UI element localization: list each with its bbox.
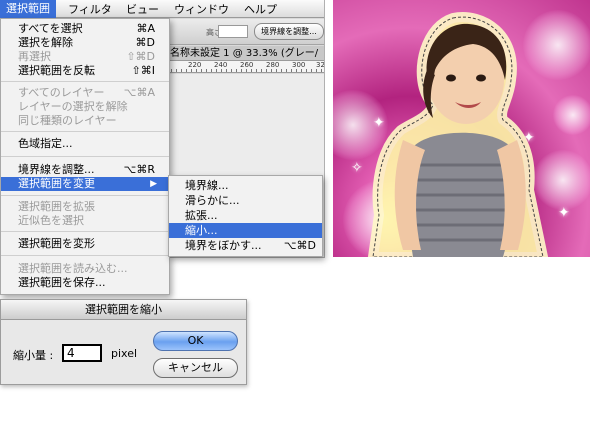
- submenu-item-feather[interactable]: 境界をぼかす... ⌥⌘D: [169, 238, 322, 253]
- menu-item-label: 同じ種類のレイヤー: [18, 114, 117, 127]
- contract-by-input[interactable]: [62, 344, 102, 362]
- menu-item-reselect: 再選択 ⇧⌘D: [1, 50, 169, 64]
- shortcut: ⇧⌘D: [126, 50, 155, 63]
- menu-view[interactable]: ビュー: [120, 2, 165, 17]
- child-photo: ✦ ✦ ✦ ✧: [333, 0, 590, 257]
- submenu-item-border[interactable]: 境界線...: [169, 178, 322, 193]
- modify-submenu: 境界線... 滑らかに... 拡張... 縮小... 境界をぼかす... ⌥⌘D: [168, 175, 323, 257]
- menu-item-modify[interactable]: 選択範囲を変更 ▶: [1, 177, 169, 191]
- shortcut: ⌘A: [136, 22, 155, 35]
- submenu-item-smooth[interactable]: 滑らかに...: [169, 193, 322, 208]
- dialog-title: 選択範囲を縮小: [1, 300, 246, 320]
- ruler-label: 260: [240, 61, 254, 69]
- shortcut: ⇧⌘I: [131, 64, 155, 77]
- menu-item-label: すべてのレイヤー: [18, 86, 105, 99]
- submenu-arrow-icon: ▶: [150, 179, 157, 189]
- menu-item-label: 境界線...: [185, 179, 229, 192]
- ruler-label: 280: [266, 61, 280, 69]
- menu-item-refine-edge[interactable]: 境界線を調整... ⌥⌘R: [1, 163, 169, 177]
- horizontal-ruler: 220 240 260 280 300 320: [166, 61, 325, 73]
- menu-item-save-selection[interactable]: 選択範囲を保存...: [1, 276, 169, 290]
- contract-selection-dialog: 選択範囲を縮小 縮小量 : pixel OK キャンセル: [0, 299, 247, 385]
- shortcut: ⌘D: [135, 36, 155, 49]
- menu-item-label: 境界をぼかす...: [185, 239, 262, 252]
- menu-item-label: 再選択: [18, 50, 51, 63]
- menu-separator: [1, 81, 169, 82]
- select-menu-dropdown: すべてを選択 ⌘A 選択を解除 ⌘D 再選択 ⇧⌘D 選択範囲を反転 ⇧⌘I すべてのレ…: [0, 18, 170, 295]
- menu-item-deselect-layers: レイヤーの選択を解除: [1, 100, 169, 114]
- menu-item-label: 選択範囲を読み込む...: [18, 262, 128, 275]
- refine-edge-button[interactable]: 境界線を調整...: [254, 23, 324, 40]
- menu-item-select-all[interactable]: すべてを選択 ⌘A: [1, 22, 169, 36]
- ruler-label: 300: [292, 61, 306, 69]
- menu-separator: [1, 255, 169, 256]
- menu-bar: 選択範囲 フィルタ ビュー ウィンドウ ヘルプ: [0, 0, 324, 18]
- menu-item-label: 選択範囲を変形: [18, 237, 95, 250]
- shortcut: ⌥⌘R: [123, 163, 155, 176]
- shortcut: ⌥⌘D: [283, 239, 316, 252]
- submenu-item-contract[interactable]: 縮小...: [169, 223, 322, 238]
- menu-item-label: 選択範囲を反転: [18, 64, 95, 77]
- menu-item-label: 縮小...: [185, 224, 218, 237]
- ruler-label: 320: [316, 61, 325, 69]
- menu-item-color-range[interactable]: 色域指定...: [1, 137, 169, 151]
- ruler-label: 240: [214, 61, 228, 69]
- document-tab[interactable]: 名称未設定 1 @ 33.3% (グレー/: [166, 46, 324, 61]
- menu-item-label: 選択範囲を拡張: [18, 200, 95, 213]
- unit-label: pixel: [111, 347, 138, 360]
- menu-item-load-selection: 選択範囲を読み込む...: [1, 262, 169, 276]
- menu-separator: [1, 231, 169, 232]
- menu-filter[interactable]: フィルタ: [62, 2, 118, 17]
- menu-item-label: 選択を解除: [18, 36, 73, 49]
- shortcut: ⌥⌘A: [123, 86, 155, 99]
- submenu-item-expand[interactable]: 拡張...: [169, 208, 322, 223]
- menu-item-label: すべてを選択: [18, 22, 83, 35]
- menu-help[interactable]: ヘルプ: [238, 2, 283, 17]
- child-figure: [368, 12, 548, 257]
- contract-by-label: 縮小量 :: [13, 349, 54, 362]
- menu-item-label: 近似色を選択: [18, 214, 84, 227]
- height-field[interactable]: [218, 25, 248, 38]
- cancel-button[interactable]: キャンセル: [153, 358, 238, 378]
- ok-button[interactable]: OK: [153, 331, 238, 351]
- menu-item-transform-selection[interactable]: 選択範囲を変形: [1, 237, 169, 251]
- menu-item-deselect[interactable]: 選択を解除 ⌘D: [1, 36, 169, 50]
- menu-item-grow: 選択範囲を拡張: [1, 200, 169, 214]
- menu-item-label: 選択範囲を保存...: [18, 276, 106, 289]
- menu-separator: [1, 156, 169, 157]
- menu-item-all-layers: すべてのレイヤー ⌥⌘A: [1, 86, 169, 100]
- menu-item-similar: 近似色を選択: [1, 214, 169, 228]
- menu-window[interactable]: ウィンドウ: [168, 2, 235, 17]
- menu-separator: [1, 195, 169, 196]
- menu-item-similar-layers: 同じ種類のレイヤー: [1, 114, 169, 128]
- menu-item-label: 選択範囲を変更: [18, 177, 95, 190]
- menu-item-label: 色域指定...: [18, 137, 73, 150]
- menu-item-label: 拡張...: [185, 209, 218, 222]
- menu-item-label: 滑らかに...: [185, 194, 240, 207]
- ruler-label: 220: [188, 61, 202, 69]
- menu-item-inverse[interactable]: 選択範囲を反転 ⇧⌘I: [1, 64, 169, 78]
- menu-item-label: レイヤーの選択を解除: [18, 100, 128, 113]
- menu-item-label: 境界線を調整...: [18, 163, 95, 176]
- menu-separator: [1, 131, 169, 132]
- menu-select[interactable]: 選択範囲: [0, 0, 56, 18]
